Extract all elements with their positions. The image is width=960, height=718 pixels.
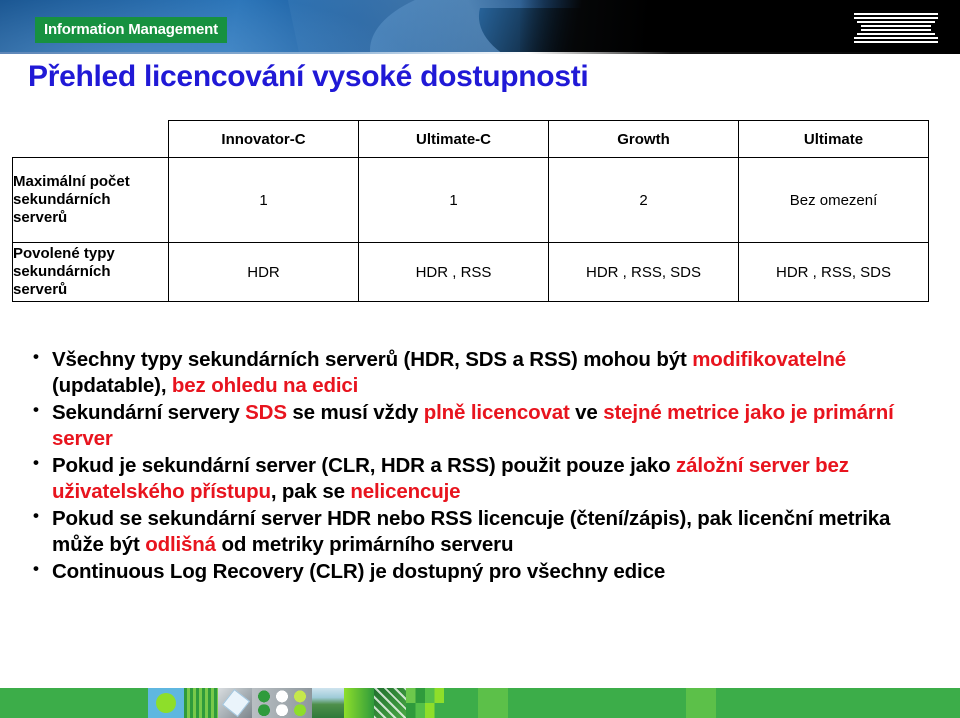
- row-label-allowed-types: Povolené typy sekundárních serverů: [12, 242, 169, 302]
- footer-tile-pixels: [406, 688, 444, 718]
- list-item: Pokud se sekundární server HDR nebo RSS …: [28, 505, 938, 558]
- row-label-max-secondary-servers: Maximální počet sekundárních serverů: [12, 157, 169, 243]
- page-title: Přehled licencování vysoké dostupnosti: [28, 60, 589, 93]
- footer-tile-diagonal: [374, 688, 406, 718]
- table-row: Maximální počet sekundárních serverů 1 1…: [12, 157, 929, 243]
- ibm-logo-icon: [854, 13, 938, 43]
- footer-band-plain: [716, 688, 960, 718]
- table-corner-cell: [13, 121, 169, 158]
- list-item: Pokud je sekundární server (CLR, HDR a R…: [28, 452, 938, 505]
- bullet-text: Všechny typy sekundárních serverů (HDR, …: [52, 348, 693, 371]
- highlighted-text: bez ohledu na edici: [171, 374, 359, 398]
- highlighted-text: odlišná: [145, 533, 216, 557]
- cell-types-ultimate-c: HDR , RSS: [358, 242, 549, 302]
- column-header-ultimate-c: Ultimate-C: [358, 120, 549, 158]
- slide-header: Information Management: [0, 0, 960, 54]
- list-item: Continuous Log Recovery (CLR) je dostupn…: [28, 558, 938, 585]
- highlighted-text: SDS: [245, 401, 287, 425]
- highlighted-text: nelicencuje: [350, 480, 461, 504]
- footer-band-plain: [444, 688, 478, 718]
- highlighted-text: plně licencovat: [423, 401, 570, 425]
- cell-types-ultimate: HDR , RSS, SDS: [738, 242, 929, 302]
- cell-types-innovator-c: HDR: [168, 242, 359, 302]
- bullet-text: se musí vždy: [286, 401, 424, 425]
- header-divider: [0, 52, 960, 54]
- table-header-row: Innovator-C Ultimate-C Growth Ultimate: [13, 120, 929, 158]
- table-row: Povolené typy sekundárních serverů HDR H…: [12, 242, 929, 302]
- cell-max-ultimate: Bez omezení: [738, 157, 929, 243]
- cell-types-growth: HDR , RSS, SDS: [548, 242, 739, 302]
- highlighted-text: modifikovatelné: [692, 348, 846, 371]
- bullet-text: ve: [569, 401, 604, 425]
- footer-tile-paper: [218, 688, 252, 718]
- footer-band-light: [686, 688, 716, 718]
- bullet-list: Všechny typy sekundárních serverů (HDR, …: [28, 346, 938, 586]
- column-header-growth: Growth: [548, 120, 739, 158]
- bullet-text: Sekundární servery: [52, 401, 246, 425]
- footer-band-plain: [0, 688, 148, 718]
- information-management-banner: Information Management: [35, 17, 227, 43]
- cell-max-ultimate-c: 1: [358, 157, 549, 243]
- column-header-ultimate: Ultimate: [738, 120, 929, 158]
- slide-footer: [0, 688, 960, 718]
- cell-max-growth: 2: [548, 157, 739, 243]
- bullet-text: , pak se: [270, 480, 351, 504]
- column-header-innovator-c: Innovator-C: [168, 120, 359, 158]
- list-item: Všechny typy sekundárních serverů (HDR, …: [28, 346, 938, 399]
- footer-tile-dots-grid: [252, 688, 312, 718]
- bullet-text: od metriky primárního serveru: [215, 533, 514, 557]
- footer-tile-circle: [148, 688, 184, 718]
- footer-tile-landscape: [312, 688, 344, 718]
- list-item: Sekundární servery SDS se musí vždy plně…: [28, 399, 938, 452]
- bullet-text: Pokud je sekundární server (CLR, HDR a R…: [52, 454, 677, 478]
- ha-licensing-table: Innovator-C Ultimate-C Growth Ultimate M…: [12, 120, 929, 302]
- cell-max-innovator-c: 1: [168, 157, 359, 243]
- footer-band-plain: [508, 688, 686, 718]
- footer-tile-stripes: [184, 688, 218, 718]
- footer-tile-gradient: [344, 688, 374, 718]
- bullet-text: (updatable),: [52, 374, 172, 398]
- bullet-text: Continuous Log Recovery (CLR) je dostupn…: [52, 560, 666, 584]
- footer-band-light: [478, 688, 508, 718]
